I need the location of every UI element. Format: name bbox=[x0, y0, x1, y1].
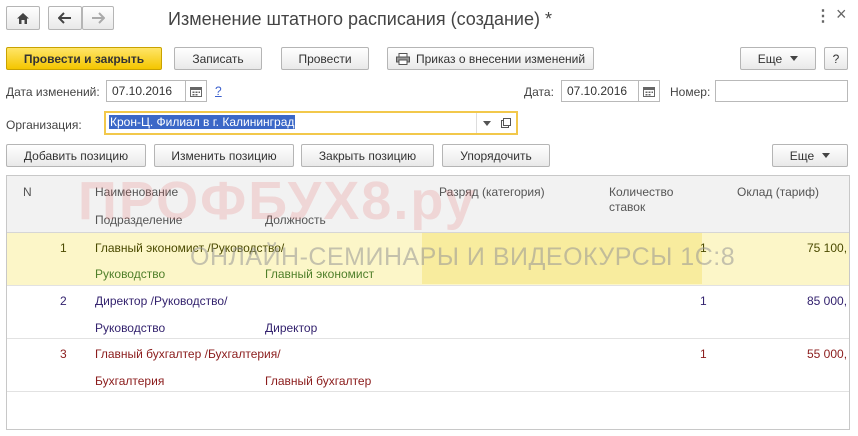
more-button[interactable]: Еще bbox=[740, 47, 816, 70]
more-label: Еще bbox=[757, 51, 783, 66]
date-label: Дата: bbox=[524, 85, 554, 99]
close-position-button[interactable]: Закрыть позицию bbox=[301, 144, 434, 167]
window-title: Изменение штатного расписания (создание)… bbox=[168, 9, 552, 29]
row-department: Бухгалтерия bbox=[95, 374, 165, 388]
table-row[interactable]: 2 Директор /Руководство/ Руководство Дир… bbox=[7, 286, 849, 339]
change-date-label: Дата изменений: bbox=[6, 85, 100, 99]
number-field[interactable] bbox=[715, 80, 848, 102]
home-icon bbox=[17, 12, 29, 24]
header-salary[interactable]: Оклад (тариф) bbox=[737, 185, 819, 199]
home-button[interactable] bbox=[6, 6, 40, 30]
row-name: Главный бухгалтер /Бухгалтерия/ bbox=[95, 347, 281, 361]
forward-button[interactable] bbox=[82, 6, 114, 30]
row-department: Руководство bbox=[95, 321, 166, 335]
date-field[interactable]: 07.10.2016 bbox=[561, 80, 639, 102]
chevron-down-icon bbox=[482, 120, 491, 126]
row-rates: 1 bbox=[700, 347, 707, 361]
table-more-label: Еще bbox=[789, 148, 815, 163]
organization-dropdown-button[interactable] bbox=[476, 113, 496, 133]
row-salary: 55 000, bbox=[807, 347, 848, 361]
row-position: Главный бухгалтер bbox=[265, 374, 372, 388]
add-position-button[interactable]: Добавить позицию bbox=[6, 144, 146, 167]
change-order-label: Приказ о внесении изменений bbox=[415, 51, 586, 66]
row-number: 2 bbox=[60, 294, 67, 308]
header-rates-line2[interactable]: ставок bbox=[609, 200, 645, 214]
close-icon[interactable]: × bbox=[836, 4, 847, 25]
row-salary: 85 000, bbox=[807, 294, 848, 308]
row-number: 3 bbox=[60, 347, 67, 361]
header-rates-line1[interactable]: Количество bbox=[609, 185, 673, 199]
change-order-button[interactable]: Приказ о внесении изменений bbox=[387, 47, 594, 70]
row-department: Руководство bbox=[95, 267, 166, 281]
edit-position-button[interactable]: Изменить позицию bbox=[154, 144, 294, 167]
number-label: Номер: bbox=[670, 85, 711, 99]
table-more-button[interactable]: Еще bbox=[772, 144, 848, 167]
back-button[interactable] bbox=[48, 6, 82, 30]
printer-icon bbox=[395, 52, 410, 65]
post-and-close-button[interactable]: Провести и закрыть bbox=[6, 47, 162, 70]
calendar-icon bbox=[190, 86, 202, 97]
help-link[interactable]: ? bbox=[215, 84, 222, 98]
row-position: Директор bbox=[265, 321, 318, 335]
chevron-down-icon bbox=[822, 153, 831, 158]
organization-open-button[interactable] bbox=[496, 113, 516, 133]
organization-value: Крон-Ц. Филиал в г. Калининград bbox=[109, 115, 296, 129]
save-button[interactable]: Записать bbox=[174, 47, 262, 70]
header-n[interactable]: N bbox=[23, 185, 32, 199]
watermark-subtitle: ОНЛАЙН-СЕМИНАРЫ И ВИДЕОКУРСЫ 1С:8 bbox=[190, 243, 736, 271]
change-date-calendar-button[interactable] bbox=[186, 80, 207, 102]
calendar-icon bbox=[643, 86, 655, 97]
organization-label: Организация: bbox=[6, 118, 82, 132]
row-number: 1 bbox=[60, 241, 67, 255]
post-button[interactable]: Провести bbox=[281, 47, 369, 70]
change-date-field[interactable]: 07.10.2016 bbox=[106, 80, 186, 102]
sort-button[interactable]: Упорядочить bbox=[442, 144, 550, 167]
table-row[interactable]: 3 Главный бухгалтер /Бухгалтерия/ Бухгал… bbox=[7, 339, 849, 392]
arrow-left-icon bbox=[58, 12, 71, 24]
date-calendar-button[interactable] bbox=[639, 80, 660, 102]
watermark-logo: ПРОФБУХ8.ру bbox=[78, 171, 477, 231]
more-actions-icon[interactable]: ⋮ bbox=[815, 6, 831, 26]
help-button[interactable]: ? bbox=[824, 47, 848, 70]
arrow-right-icon bbox=[92, 12, 105, 24]
chevron-down-icon bbox=[790, 56, 799, 61]
row-salary: 75 100, bbox=[807, 241, 848, 255]
open-icon bbox=[501, 118, 511, 128]
organization-field[interactable]: Крон-Ц. Филиал в г. Калининград bbox=[104, 111, 518, 135]
row-rates: 1 bbox=[700, 294, 707, 308]
row-name: Директор /Руководство/ bbox=[95, 294, 228, 308]
